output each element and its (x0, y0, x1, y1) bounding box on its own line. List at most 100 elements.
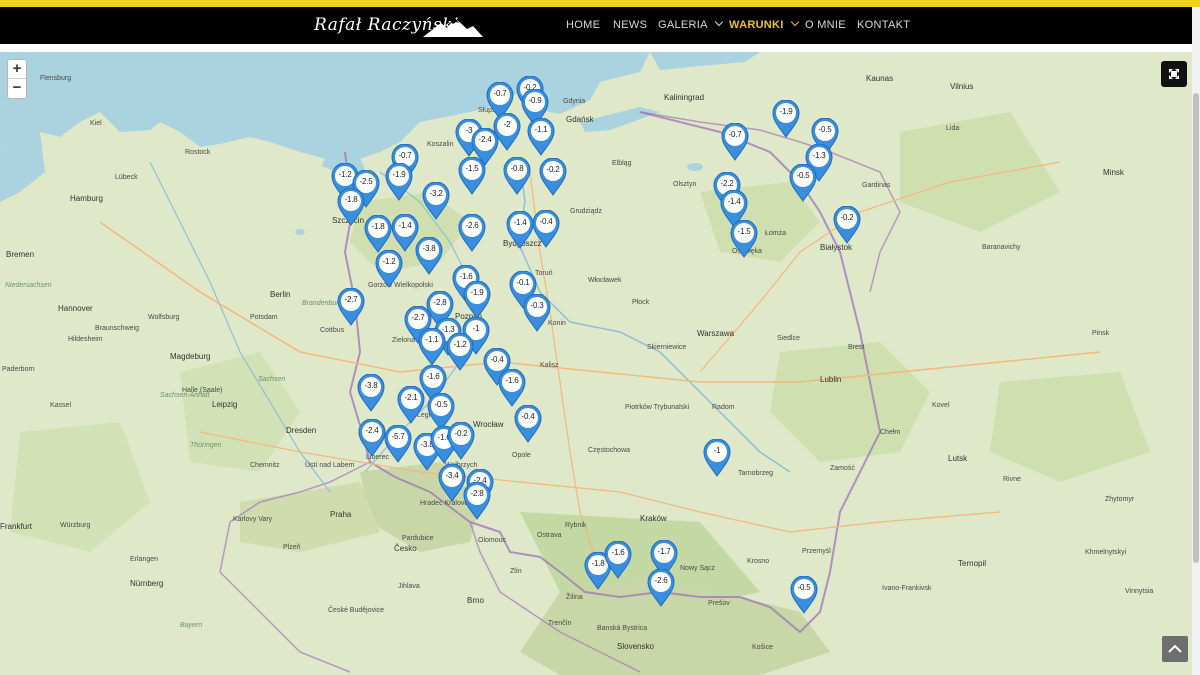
map-marker[interactable]: -3.2 (422, 182, 450, 220)
map-marker[interactable]: -1.4 (506, 211, 534, 249)
map-marker[interactable]: -0.4 (532, 210, 560, 248)
map-marker[interactable]: -1.8 (337, 188, 365, 226)
fullscreen-icon (1169, 69, 1179, 79)
map-marker[interactable]: -3.8 (415, 237, 443, 275)
place-label: Minsk (1103, 168, 1124, 177)
map-marker[interactable]: -3.4 (438, 464, 466, 502)
place-label: Płock (632, 299, 650, 306)
marker-value: -0.2 (546, 165, 560, 174)
place-label: Zamość (830, 465, 855, 472)
nav-home[interactable]: HOME (566, 19, 600, 31)
map-marker[interactable]: -1.9 (463, 281, 491, 319)
marker-value: -2.6 (654, 576, 668, 585)
map-marker[interactable]: -0.5 (790, 576, 818, 614)
place-label: Česko (394, 544, 417, 553)
map-marker[interactable]: -1.2 (375, 250, 403, 288)
map-marker[interactable]: -1.1 (527, 118, 555, 156)
nav-galeria[interactable]: GALERIA (658, 17, 724, 31)
marker-value: -1.5 (465, 164, 479, 173)
map-marker[interactable]: -3.8 (357, 374, 385, 412)
map-marker[interactable]: -0.2 (447, 422, 475, 460)
map-marker[interactable]: -2.4 (358, 419, 386, 457)
conditions-map[interactable]: Flensburg Kiel Rostock Lübeck Hamburg Br… (0, 52, 1192, 675)
chevron-down-icon (790, 17, 799, 27)
fullscreen-button[interactable] (1161, 61, 1187, 87)
place-label: Plzeň (283, 544, 301, 551)
scroll-to-top-button[interactable] (1162, 636, 1188, 662)
place-label: Pardubice (402, 535, 434, 542)
map-marker[interactable]: -0.3 (523, 294, 551, 332)
marker-value: -1.4 (727, 197, 741, 206)
map-marker[interactable]: -0.5 (789, 164, 817, 202)
place-label: Potsdam (250, 314, 278, 321)
marker-pin-icon (539, 158, 567, 196)
zoom-in-button[interactable]: + (8, 60, 26, 79)
map-marker[interactable]: -2.6 (647, 569, 675, 607)
map-marker[interactable]: -1.8 (364, 215, 392, 253)
place-label: Erlangen (130, 556, 159, 563)
map-marker[interactable]: -1.9 (385, 163, 413, 201)
map-marker[interactable]: -1.5 (730, 220, 758, 258)
map-marker[interactable]: -0.4 (514, 405, 542, 443)
place-label: Lida (946, 125, 960, 132)
map-marker[interactable]: -0.2 (833, 206, 861, 244)
place-label: Piotrków Trybunalski (625, 404, 690, 411)
place-label: Wolfsburg (148, 314, 180, 321)
marker-value: -1.8 (371, 222, 385, 231)
map-marker[interactable]: -1.1 (418, 328, 446, 366)
marker-value: -3.8 (364, 381, 378, 390)
marker-value: -1.1 (425, 335, 439, 344)
marker-value: -0.4 (539, 217, 553, 226)
marker-value: -0.9 (528, 96, 542, 105)
marker-value: -2 (503, 120, 511, 129)
scrollbar-thumb[interactable] (1193, 93, 1199, 563)
site-header: Rafał Raczyński HOME NEWS GALERIA WARUNK… (0, 7, 1192, 44)
place-label: Włocławek (588, 277, 622, 284)
marker-value: -0.5 (818, 125, 832, 134)
map-marker[interactable]: -2.6 (458, 214, 486, 252)
marker-pin-icon (422, 182, 450, 220)
map-marker[interactable]: -0.7 (721, 123, 749, 161)
place-label: Częstochowa (588, 447, 631, 454)
mountain-logo-icon (423, 18, 483, 37)
place-label: Karlovy Vary (233, 516, 273, 523)
marker-value: -1 (713, 446, 721, 455)
map-marker[interactable]: -5.7 (384, 425, 412, 463)
marker-pin-icon (463, 281, 491, 319)
map-marker[interactable]: -2.8 (463, 482, 491, 520)
marker-pin-icon (506, 211, 534, 249)
place-label: Chemnitz (250, 462, 280, 469)
nav-kontakt[interactable]: KONTAKT (857, 19, 910, 31)
zoom-out-button[interactable]: − (8, 79, 26, 98)
map-marker[interactable]: -2.7 (337, 288, 365, 326)
site-logo[interactable]: Rafał Raczyński (308, 13, 483, 41)
map-marker[interactable]: -1.6 (498, 369, 526, 407)
map-marker[interactable]: -0.2 (539, 158, 567, 196)
place-label: Vinnytsia (1125, 588, 1154, 595)
nav-warunki[interactable]: WARUNKI (729, 17, 799, 31)
map-marker[interactable]: -2.1 (397, 386, 425, 424)
marker-pin-icon (514, 405, 542, 443)
map-marker[interactable]: -1.5 (458, 157, 486, 195)
marker-value: -1.6 (611, 548, 625, 557)
nav-news[interactable]: NEWS (613, 19, 647, 31)
marker-value: -1.5 (737, 227, 751, 236)
place-label: Khmelnytskyi (1085, 549, 1127, 556)
place-label: Białystok (820, 243, 853, 252)
place-label: Brno (467, 596, 484, 605)
marker-value: -0.8 (510, 164, 524, 173)
place-label: Skierniewice (647, 344, 687, 351)
marker-value: -0.3 (530, 301, 544, 310)
marker-value: -2.7 (411, 313, 425, 322)
marker-value: -1.2 (453, 340, 467, 349)
map-marker[interactable]: -0.8 (503, 157, 531, 195)
page-scrollbar[interactable] (1192, 7, 1200, 675)
nav-o-mnie[interactable]: O MNIE (805, 19, 846, 31)
map-marker[interactable]: -1 (703, 439, 731, 477)
map-marker[interactable]: -1.2 (446, 333, 474, 371)
place-label: Wrocław (473, 420, 504, 429)
map-marker[interactable]: -1.6 (604, 541, 632, 579)
map-marker[interactable]: -1.9 (772, 100, 800, 138)
marker-pin-icon (415, 237, 443, 275)
marker-value: -3.2 (429, 189, 443, 198)
